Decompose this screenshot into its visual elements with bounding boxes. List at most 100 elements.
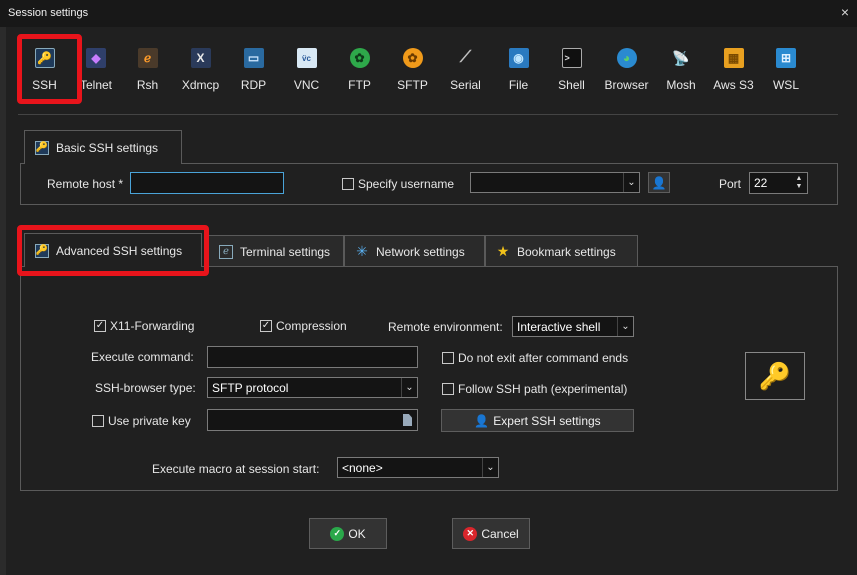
key-icon: 🔑 — [34, 48, 55, 68]
check-circle-icon: ✓ — [330, 526, 345, 541]
private-key-input[interactable] — [207, 409, 418, 431]
shell-icon: > — [561, 48, 582, 68]
compression-label: Compression — [276, 319, 347, 333]
session-type-label: WSL — [772, 78, 799, 92]
session-type-toolbar: 🔑 SSH ◆ Telnet ℯ Rsh X Xdmcp ▭ RDP v̈c V… — [18, 34, 812, 100]
remote-host-input[interactable] — [130, 172, 284, 194]
tab-bookmark-settings[interactable]: ★ Bookmark settings — [485, 235, 638, 267]
rsh-icon: ℯ — [137, 48, 158, 68]
ok-label: OK — [348, 526, 366, 541]
x-circle-icon: ✕ — [463, 526, 478, 541]
session-type-label: Aws S3 — [713, 78, 754, 92]
key-icon: 🔑 — [758, 360, 792, 391]
spin-arrows-icon[interactable]: ▲ ▼ — [791, 173, 807, 193]
rdp-icon: ▭ — [243, 48, 264, 68]
terminal-icon: ℯ — [219, 244, 233, 259]
session-type-label: Telnet — [79, 78, 113, 92]
port-value: 22 — [754, 176, 768, 190]
wsl-icon: ⊞ — [776, 48, 796, 68]
key-icon: 🔑 — [35, 243, 49, 258]
user-manager-button[interactable]: 👤 — [648, 172, 670, 193]
tab-label: Bookmark settings — [517, 244, 616, 259]
session-type-label: VNC — [293, 78, 320, 92]
user-gear-icon: 👤 — [474, 413, 490, 428]
file-icon: ◉ — [508, 48, 529, 68]
specify-username-box — [342, 178, 354, 190]
use-private-key-checkbox[interactable]: Use private key — [92, 414, 191, 428]
session-type-rsh[interactable]: ℯ Rsh — [121, 34, 174, 100]
session-type-browser[interactable]: ◕ Browser — [598, 34, 655, 100]
session-type-file[interactable]: ◉ File — [492, 34, 545, 100]
close-icon[interactable]: × — [841, 4, 849, 20]
telnet-icon: ◆ — [86, 48, 106, 68]
session-type-label: FTP — [348, 78, 371, 92]
compression-checkbox[interactable]: ✓ Compression — [260, 319, 347, 333]
session-type-sftp[interactable]: ✿ SFTP — [386, 34, 439, 100]
tab-label: Advanced SSH settings — [56, 243, 183, 258]
title-bar: Session settings × — [0, 0, 857, 27]
session-type-aws-s3[interactable]: ▦ Aws S3 — [707, 34, 760, 100]
session-type-serial[interactable]: ⟋ Serial — [439, 34, 492, 100]
ssh-browser-type-select[interactable]: SFTP protocol ⌄ — [207, 377, 418, 398]
tab-basic-ssh-settings[interactable]: 🔑 Basic SSH settings — [24, 130, 182, 164]
expert-ssh-settings-button[interactable]: 👤 Expert SSH settings — [441, 409, 634, 432]
do-not-exit-checkbox[interactable]: Do not exit after command ends — [442, 351, 628, 365]
network-icon: ✳ — [356, 243, 368, 259]
session-type-rdp[interactable]: ▭ RDP — [227, 34, 280, 100]
serial-icon: ⟋ — [459, 49, 472, 66]
session-type-ftp[interactable]: ✿ FTP — [333, 34, 386, 100]
remote-environment-select[interactable]: Interactive shell ⌄ — [512, 316, 634, 337]
username-select[interactable]: ⌄ — [470, 172, 640, 193]
tab-label: Basic SSH settings — [56, 140, 159, 155]
session-type-label: Serial — [450, 78, 481, 92]
cancel-button[interactable]: ✕ Cancel — [452, 518, 530, 549]
file-browse-icon[interactable] — [403, 414, 412, 426]
execute-macro-value: <none> — [342, 461, 383, 475]
port-spinbox[interactable]: 22 ▲ ▼ — [749, 172, 808, 194]
session-type-label: SSH — [32, 78, 57, 92]
key-image-button[interactable]: 🔑 — [745, 352, 805, 400]
remote-environment-value: Interactive shell — [517, 320, 601, 334]
session-type-xdmcp[interactable]: X Xdmcp — [174, 34, 227, 100]
sftp-icon: ✿ — [402, 48, 423, 68]
tab-terminal-settings[interactable]: ℯ Terminal settings — [208, 235, 344, 267]
window-title: Session settings — [8, 7, 89, 19]
session-type-telnet[interactable]: ◆ Telnet — [71, 34, 121, 100]
session-type-label: Mosh — [666, 78, 696, 92]
session-type-vnc[interactable]: v̈c VNC — [280, 34, 333, 100]
chevron-down-icon: ⌄ — [617, 317, 633, 336]
session-type-ssh[interactable]: 🔑 SSH — [18, 34, 71, 100]
execute-macro-select[interactable]: <none> ⌄ — [337, 457, 499, 478]
x11-forwarding-checkbox[interactable]: ✓ X11-Forwarding — [94, 319, 194, 333]
advanced-ssh-settings-panel: ✓ X11-Forwarding ✓ Compression Remote en… — [20, 266, 838, 491]
key-icon: 🔑 — [35, 140, 49, 155]
star-icon: ★ — [496, 243, 510, 259]
user-add-icon: 👤 — [651, 175, 667, 190]
session-type-label: Browser — [604, 78, 649, 92]
follow-ssh-path-checkbox[interactable]: Follow SSH path (experimental) — [442, 382, 627, 396]
session-type-wsl[interactable]: ⊞ WSL — [760, 34, 812, 100]
chevron-down-icon: ⌄ — [623, 173, 639, 192]
session-type-label: Shell — [558, 78, 585, 92]
tab-advanced-ssh-settings[interactable]: 🔑 Advanced SSH settings — [24, 233, 202, 267]
basic-ssh-settings-panel: Remote host * Specify username ⌄ 👤 Port … — [20, 163, 838, 205]
chevron-down-icon: ⌄ — [401, 378, 417, 397]
use-private-key-label: Use private key — [108, 414, 191, 428]
x11-forwarding-label: X11-Forwarding — [110, 319, 195, 333]
tab-network-settings[interactable]: ✳ Network settings — [344, 235, 485, 267]
checkmark-icon: ✓ — [94, 320, 106, 332]
tab-label: Network settings — [376, 244, 465, 259]
execute-command-label: Execute command: — [91, 350, 194, 364]
chevron-down-icon: ⌄ — [482, 458, 498, 477]
session-type-label: Rsh — [136, 78, 159, 92]
tab-label: Terminal settings — [240, 244, 331, 259]
xdmcp-icon: X — [190, 48, 211, 68]
use-private-key-box — [92, 415, 104, 427]
session-type-shell[interactable]: > Shell — [545, 34, 598, 100]
checkmark-icon: ✓ — [260, 320, 272, 332]
session-type-label: File — [508, 78, 529, 92]
specify-username-checkbox[interactable]: Specify username — [342, 177, 454, 191]
execute-command-input[interactable] — [207, 346, 418, 368]
session-type-mosh[interactable]: 📡 Mosh — [655, 34, 707, 100]
ok-button[interactable]: ✓ OK — [309, 518, 387, 549]
